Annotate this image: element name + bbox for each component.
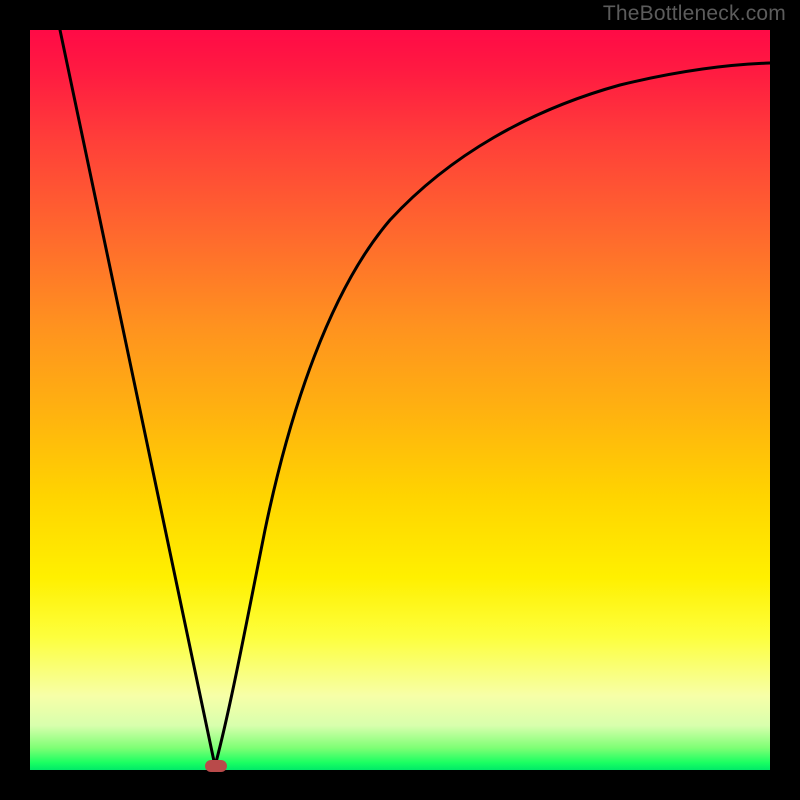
min-marker bbox=[205, 760, 227, 772]
curve-path bbox=[60, 30, 770, 766]
plot-area bbox=[30, 30, 770, 770]
watermark-text: TheBottleneck.com bbox=[603, 2, 786, 26]
chart-stage: TheBottleneck.com bbox=[0, 0, 800, 800]
curve-svg bbox=[30, 30, 770, 770]
